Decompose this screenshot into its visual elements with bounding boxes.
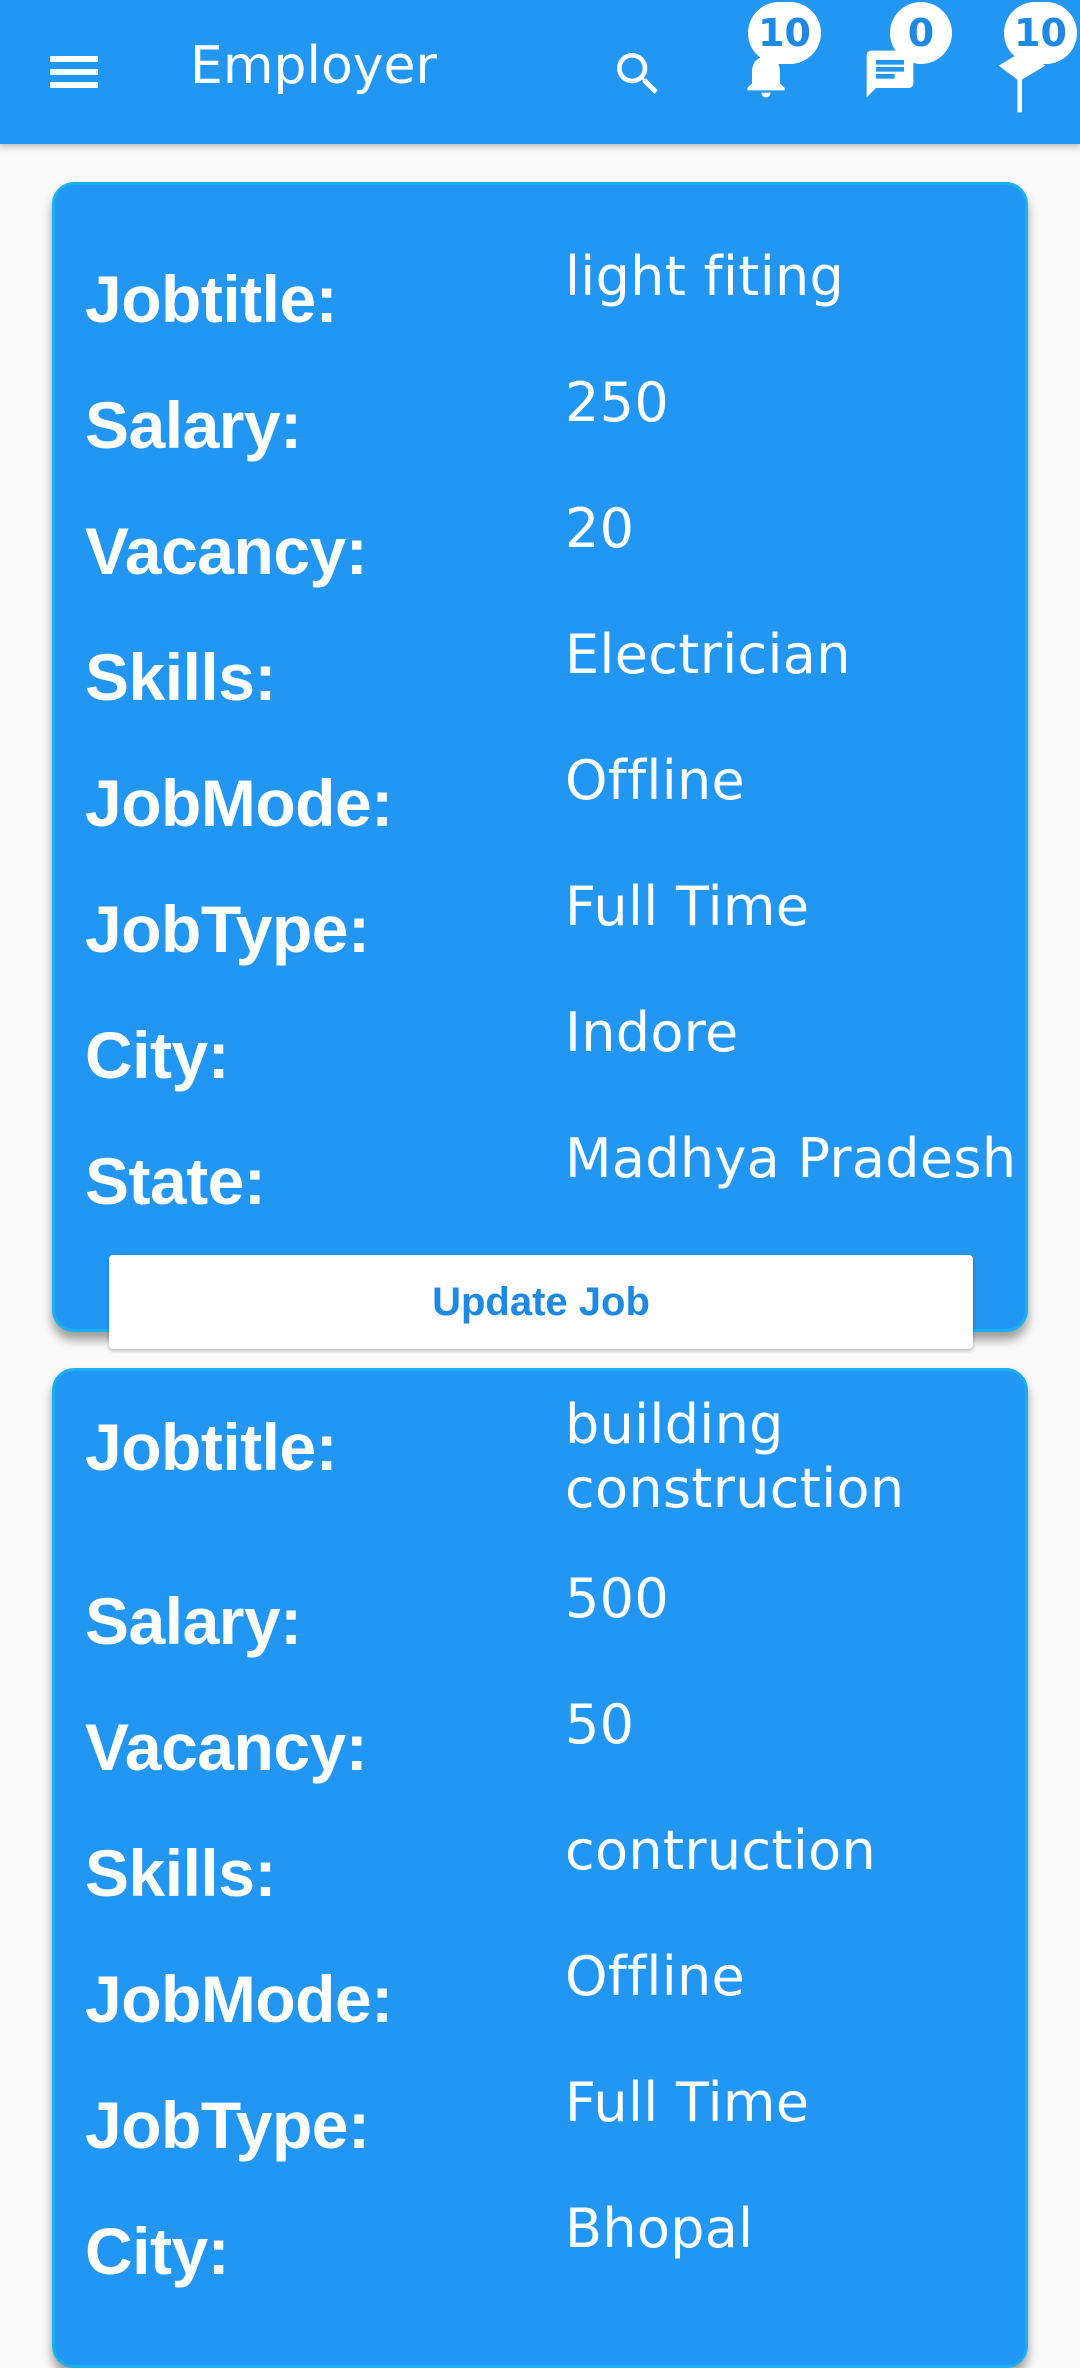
field-value: Full Time [565, 875, 810, 938]
field-label: JobMode: [85, 766, 393, 840]
search-button[interactable] [596, 30, 680, 114]
field-value: Bhopal [565, 2197, 754, 2260]
field-value: Offline [565, 1945, 746, 2008]
field-label: City: [85, 1018, 230, 1092]
field-label: Vacancy: [85, 514, 368, 588]
field-label: Skills: [85, 640, 276, 714]
third-badge: 10 [1004, 2, 1077, 64]
field-value: building construction [565, 1393, 905, 1520]
field-value: Indore [565, 1001, 739, 1064]
job-card: Jobtitle: building construction Salary: … [52, 1368, 1028, 2368]
field-value: 50 [565, 1693, 635, 1756]
field-label: Salary: [85, 1584, 302, 1658]
menu-icon[interactable] [40, 40, 108, 104]
field-label: City: [85, 2214, 230, 2288]
field-label: Skills: [85, 1836, 276, 1910]
app-title: Employer [190, 36, 437, 96]
messages-badge: 0 [890, 2, 952, 64]
field-label: Jobtitle: [85, 262, 338, 336]
field-value: 20 [565, 497, 635, 560]
field-value: 500 [565, 1567, 669, 1630]
field-value: contruction [565, 1819, 876, 1882]
field-value: Electrician [565, 623, 851, 686]
field-label: State: [85, 1144, 266, 1218]
app-bar: Employer 10 0 10 [0, 0, 1080, 144]
field-label: Jobtitle: [85, 1410, 338, 1484]
field-value: Full Time [565, 2071, 810, 2134]
field-label: JobMode: [85, 1962, 393, 2036]
field-value: Madhya Pradesh [565, 1127, 1017, 1190]
field-label: Vacancy: [85, 1710, 368, 1784]
field-label: Salary: [85, 388, 302, 462]
field-value: Offline [565, 749, 746, 812]
field-value: 250 [565, 371, 669, 434]
update-job-button[interactable]: Update Job [109, 1255, 973, 1349]
field-label: JobType: [85, 2088, 370, 2162]
search-icon [617, 53, 658, 94]
job-card: Jobtitle: light fiting Salary: 250 Vacan… [52, 182, 1028, 1349]
notifications-badge: 10 [748, 2, 821, 64]
field-label: JobType: [85, 892, 370, 966]
field-value: light fiting [565, 245, 845, 308]
